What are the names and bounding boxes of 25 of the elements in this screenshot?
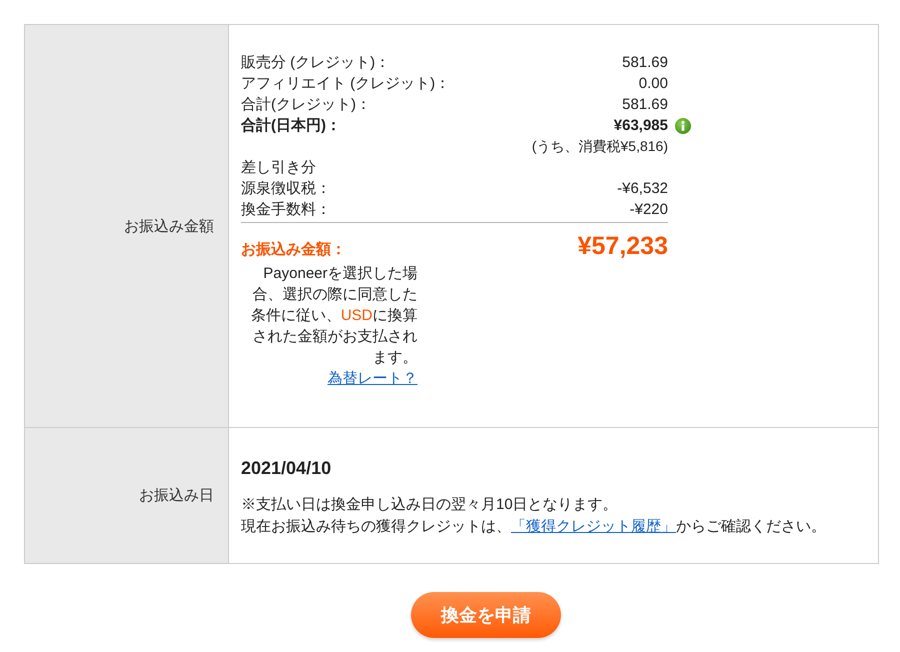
exchange-rate-link[interactable]: 為替レート？	[328, 370, 418, 387]
row-label: お振込み日	[139, 486, 214, 506]
line-value: 0.00	[638, 74, 668, 94]
line-label: 換金手数料：	[241, 200, 331, 220]
payment-note: ※支払い日は換金申し込み日の翌々月10日となります。	[241, 495, 619, 515]
total-amount: ¥57,233	[578, 231, 668, 261]
history-notice: 現在お振込み待ちの獲得クレジットは、「獲得クレジット履歴」からご確認ください。	[241, 517, 827, 537]
line-label: 源泉徴収税：	[241, 179, 331, 199]
line-value: -¥6,532	[617, 179, 668, 199]
info-icon[interactable]	[675, 118, 691, 134]
tax-note: (うち、消費税¥5,816)	[532, 137, 668, 156]
line-label: アフィリエイト (クレジット)：	[241, 74, 450, 94]
payoneer-notice: Payoneerを選択した場合、選択の際に同意した条件に従い、USDに換算された金額がお支払されます。	[250, 264, 418, 368]
line-value: -¥220	[630, 200, 668, 220]
line-value: 581.69	[622, 53, 668, 73]
total-label: お振込み金額：	[241, 240, 346, 260]
payment-date: 2021/04/10	[241, 457, 332, 480]
section-heading: 差し引き分	[241, 158, 316, 178]
line-label: 販売分 (クレジット)：	[241, 53, 390, 73]
line-value: ¥63,985	[614, 116, 668, 136]
row-label: お振込み金額	[124, 216, 214, 236]
line-value: 581.69	[622, 95, 668, 115]
credit-history-link[interactable]: 「獲得クレジット履歴」	[511, 518, 676, 535]
line-label: 合計(クレジット)：	[241, 95, 371, 115]
line-label: 合計(日本円)：	[241, 116, 341, 136]
